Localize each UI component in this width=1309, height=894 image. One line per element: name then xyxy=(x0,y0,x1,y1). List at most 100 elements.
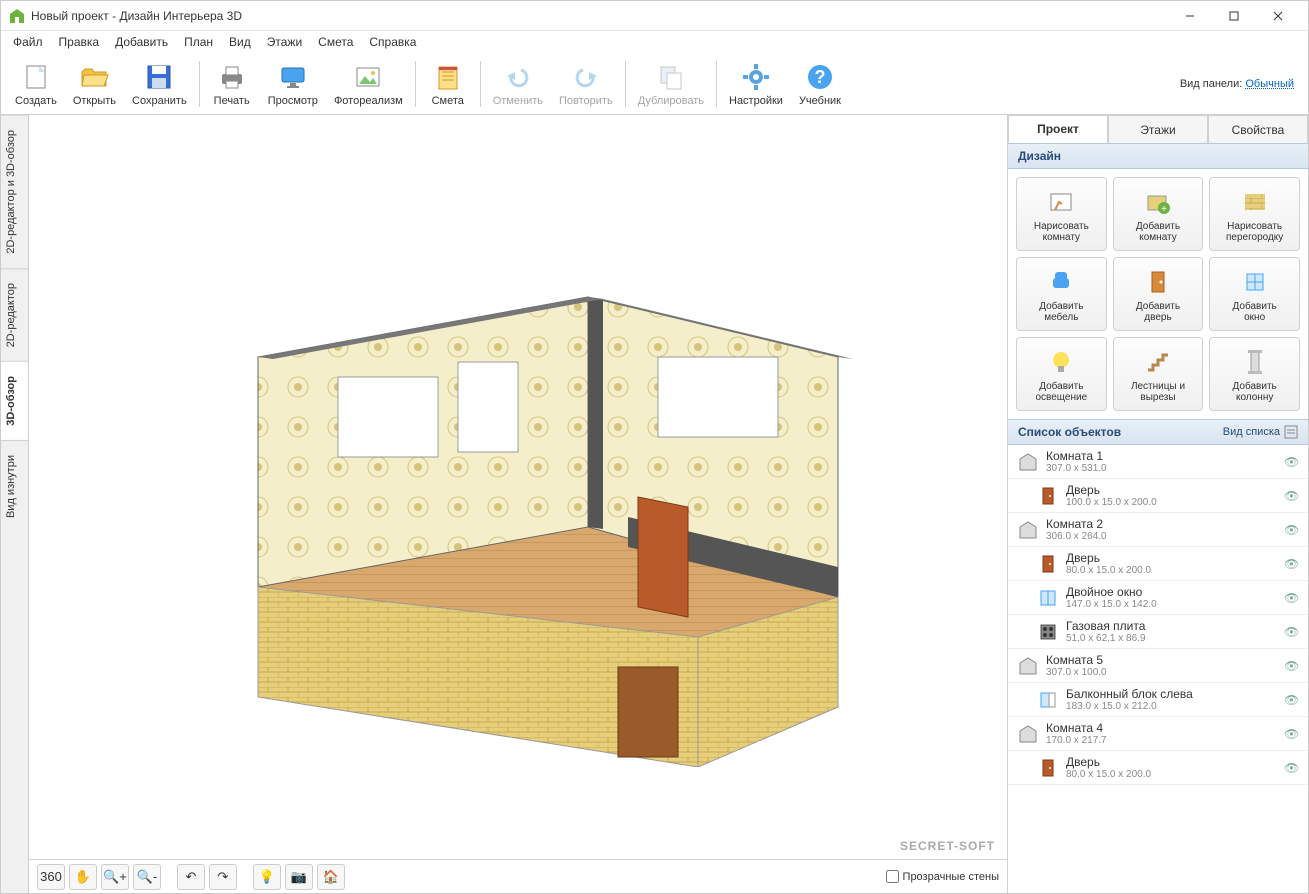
home-button[interactable]: 🏠 xyxy=(317,864,345,890)
tab-3d-view[interactable]: 3D-обзор xyxy=(1,361,28,440)
visibility-toggle[interactable]: 👁 xyxy=(1284,523,1300,537)
add-furniture-button[interactable]: Добавить мебель xyxy=(1016,257,1107,331)
rotate-right-button[interactable]: ↷ xyxy=(209,864,237,890)
stove-icon xyxy=(1036,620,1060,644)
visibility-toggle[interactable]: 👁 xyxy=(1284,625,1300,639)
object-row[interactable]: Балконный блок слева183.0 x 15.0 x 212.0… xyxy=(1008,683,1308,717)
object-name: Балконный блок слева xyxy=(1066,687,1284,701)
object-row[interactable]: Комната 2306.0 x 264.0👁 xyxy=(1008,513,1308,547)
tab-floors[interactable]: Этажи xyxy=(1108,115,1208,143)
menu-add[interactable]: Добавить xyxy=(107,33,176,51)
menu-edit[interactable]: Правка xyxy=(51,33,108,51)
gear-icon xyxy=(740,61,772,93)
stairs-button[interactable]: Лестницы и вырезы xyxy=(1113,337,1204,411)
menu-floors[interactable]: Этажи xyxy=(259,33,310,51)
redo-icon xyxy=(570,61,602,93)
tab-project[interactable]: Проект xyxy=(1008,115,1108,143)
object-row[interactable]: Дверь80.0 x 15.0 x 200.0👁 xyxy=(1008,751,1308,785)
object-dimensions: 80.0 x 15.0 x 200.0 xyxy=(1066,769,1284,780)
toolbar-separator xyxy=(480,61,481,107)
close-button[interactable] xyxy=(1256,2,1300,30)
tab-2d-editor[interactable]: 2D-редактор xyxy=(1,268,28,361)
tab-2d-3d[interactable]: 2D-редактор и 3D-обзор xyxy=(1,115,28,268)
camera-button[interactable]: 📷 xyxy=(285,864,313,890)
visibility-toggle[interactable]: 👁 xyxy=(1284,727,1300,741)
redo-button[interactable]: Повторить xyxy=(551,59,621,109)
draw-room-button[interactable]: Нарисовать комнату xyxy=(1016,177,1107,251)
estimate-button[interactable]: Смета xyxy=(420,59,476,109)
visibility-toggle[interactable]: 👁 xyxy=(1284,761,1300,775)
settings-button[interactable]: Настройки xyxy=(721,59,791,109)
door-icon xyxy=(1142,266,1174,298)
picture-icon xyxy=(352,61,384,93)
armchair-icon xyxy=(1045,266,1077,298)
add-light-button[interactable]: Добавить освещение xyxy=(1016,337,1107,411)
object-list[interactable]: Комната 1307.0 x 531.0👁Дверь100.0 x 15.0… xyxy=(1008,445,1308,893)
tab-properties[interactable]: Свойства xyxy=(1208,115,1308,143)
undo-button[interactable]: Отменить xyxy=(485,59,551,109)
list-view-icon xyxy=(1284,425,1298,439)
rotate-left-button[interactable]: ↶ xyxy=(177,864,205,890)
tutorial-button[interactable]: ? Учебник xyxy=(791,59,849,109)
draw-partition-button[interactable]: Нарисовать перегородку xyxy=(1209,177,1300,251)
menu-estimate[interactable]: Смета xyxy=(310,33,361,51)
monitor-icon xyxy=(277,61,309,93)
add-window-button[interactable]: Добавить окно xyxy=(1209,257,1300,331)
visibility-toggle[interactable]: 👁 xyxy=(1284,557,1300,571)
list-view-toggle[interactable]: Вид списка xyxy=(1223,425,1298,439)
panel-mode-link[interactable]: Обычный xyxy=(1245,78,1294,90)
svg-text:+: + xyxy=(1161,204,1167,215)
maximize-button[interactable] xyxy=(1212,2,1256,30)
folder-open-icon xyxy=(78,61,110,93)
viewport-toolbar: 360 ✋ 🔍+ 🔍- ↶ ↷ 💡 📷 🏠 Прозрачные стены xyxy=(29,859,1007,893)
object-row[interactable]: Комната 4170.0 x 217.7👁 xyxy=(1008,717,1308,751)
visibility-toggle[interactable]: 👁 xyxy=(1284,659,1300,673)
light-button[interactable]: 💡 xyxy=(253,864,281,890)
stairs-icon xyxy=(1142,346,1174,378)
orbit-360-button[interactable]: 360 xyxy=(37,864,65,890)
object-row[interactable]: Дверь80.0 x 15.0 x 200.0👁 xyxy=(1008,547,1308,581)
create-button[interactable]: Создать xyxy=(7,59,65,109)
object-row[interactable]: Комната 1307.0 x 531.0👁 xyxy=(1008,445,1308,479)
zoom-out-button[interactable]: 🔍- xyxy=(133,864,161,890)
add-door-button[interactable]: Добавить дверь xyxy=(1113,257,1204,331)
brick-wall-icon xyxy=(1239,186,1271,218)
menu-help[interactable]: Справка xyxy=(361,33,424,51)
add-room-button[interactable]: + Добавить комнату xyxy=(1113,177,1204,251)
door-icon xyxy=(1036,484,1060,508)
print-button[interactable]: Печать xyxy=(204,59,260,109)
notepad-icon xyxy=(432,61,464,93)
floppy-icon xyxy=(143,61,175,93)
object-name: Комната 4 xyxy=(1046,721,1284,735)
toolbar-separator xyxy=(415,61,416,107)
visibility-toggle[interactable]: 👁 xyxy=(1284,591,1300,605)
canvas-3d[interactable]: SECRET-SOFT xyxy=(29,115,1007,859)
pan-button[interactable]: ✋ xyxy=(69,864,97,890)
visibility-toggle[interactable]: 👁 xyxy=(1284,693,1300,707)
duplicate-button[interactable]: Дублировать xyxy=(630,59,712,109)
zoom-in-button[interactable]: 🔍+ xyxy=(101,864,129,890)
add-column-button[interactable]: Добавить колонну xyxy=(1209,337,1300,411)
object-row[interactable]: Газовая плита51.0 x 62.1 x 86.9👁 xyxy=(1008,615,1308,649)
menu-view[interactable]: Вид xyxy=(221,33,259,51)
photoreal-button[interactable]: Фотореализм xyxy=(326,59,411,109)
object-row[interactable]: Двойное окно147.0 x 15.0 x 142.0👁 xyxy=(1008,581,1308,615)
object-dimensions: 170.0 x 217.7 xyxy=(1046,735,1284,746)
transparent-walls-toggle[interactable]: Прозрачные стены xyxy=(886,870,999,883)
visibility-toggle[interactable]: 👁 xyxy=(1284,455,1300,469)
tab-inside-view[interactable]: Вид изнутри xyxy=(1,440,28,532)
transparent-walls-checkbox[interactable] xyxy=(886,870,899,883)
object-row[interactable]: Комната 5307.0 x 100.0👁 xyxy=(1008,649,1308,683)
object-row[interactable]: Дверь100.0 x 15.0 x 200.0👁 xyxy=(1008,479,1308,513)
door-icon xyxy=(1036,552,1060,576)
objects-section-header: Список объектов Вид списка xyxy=(1008,419,1308,445)
panel-mode: Вид панели: Обычный xyxy=(1180,78,1302,90)
preview-button[interactable]: Просмотр xyxy=(260,59,326,109)
minimize-button[interactable] xyxy=(1168,2,1212,30)
save-button[interactable]: Сохранить xyxy=(124,59,195,109)
menu-file[interactable]: Файл xyxy=(5,33,51,51)
visibility-toggle[interactable]: 👁 xyxy=(1284,489,1300,503)
open-button[interactable]: Открыть xyxy=(65,59,124,109)
watermark: SECRET-SOFT xyxy=(900,839,995,853)
menu-plan[interactable]: План xyxy=(176,33,221,51)
